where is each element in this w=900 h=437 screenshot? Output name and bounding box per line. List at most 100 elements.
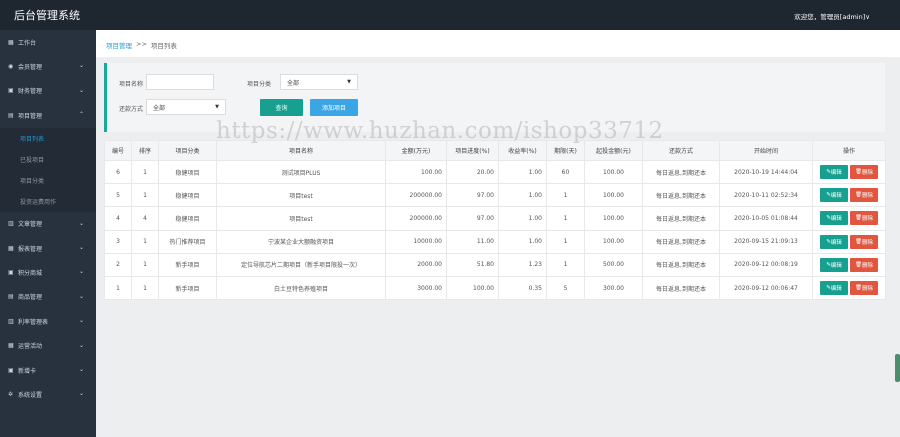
finance-icon: ▣	[8, 87, 14, 95]
table-cell: 2020-10-19 14:44:04	[719, 159, 813, 185]
sidebar-item-2[interactable]: ▣ 财务管理 ⌄	[0, 79, 96, 103]
table-cell: 项目test	[216, 183, 386, 208]
trash-icon: 🗑	[855, 285, 862, 292]
table-cell: 2020-09-12 00:06:47	[719, 275, 813, 301]
table-body: 6 1 稳健项目 测试项目PLUS 100.00 20.00 1.00 60 100.00 每日返…	[104, 159, 886, 301]
breadcrumb-parent-link[interactable]: 项目管理	[106, 40, 132, 50]
sidebar: ▦ 工作台 ◉ 会员管理 ⌄ ▣ 财务管理 ⌄ ▤ 项目管理 ⌃ 项目列表 已投项目 项目分类 投资运费用作…	[0, 30, 96, 437]
table-row: 1 1 新手项目 白土豆特色养殖项目 3000.00 100.00 0.35 5 300.00 每…	[104, 275, 886, 301]
edit-label: 编辑	[830, 193, 842, 200]
sidebar-item-6[interactable]: ▣ 积分商城 ⌄	[0, 260, 96, 284]
return-method-select[interactable]: 全部 ▼	[146, 99, 226, 115]
delete-button[interactable]: 🗑 删除	[850, 188, 878, 203]
table-cell: 2020-09-12 00:08:19	[719, 252, 813, 277]
sidebar-item-5[interactable]: ▦ 报表管理 ⌄	[0, 236, 96, 260]
column-header: 排序	[131, 140, 159, 161]
actions-cell: ✎ 编辑 🗑 删除	[812, 159, 886, 185]
table-cell: 稳健项目	[158, 206, 217, 231]
sidebar-subitem-2[interactable]: 项目分类	[0, 169, 96, 191]
project-table-container: 编号 排序 项目分类 项目名称 金额(万元) 项目进度(%) 收益率(%) 期限(天) 起投金额…	[104, 140, 886, 301]
add-project-button[interactable]: 添加项目	[310, 99, 358, 116]
chevron-down-icon: ▼	[215, 104, 219, 110]
sidebar-item-label: 报表管理	[18, 245, 43, 253]
edit-button[interactable]: ✎ 编辑	[820, 188, 848, 203]
column-header: 起投金额(元)	[584, 140, 643, 161]
table-cell: 1	[131, 229, 159, 254]
table-cell: 2	[104, 252, 132, 277]
sidebar-item-label: 工作台	[18, 39, 37, 47]
actions-cell: ✎ 编辑 🗑 删除	[812, 275, 886, 301]
table-cell: 新手项目	[158, 252, 217, 277]
sidebar-item-9[interactable]: ▦ 运营活动 ⌄	[0, 334, 96, 358]
chevron-down-icon: ▼	[347, 79, 351, 85]
return-method-label: 还款方式	[119, 106, 144, 113]
table-cell: 6	[104, 159, 132, 185]
sidebar-item-label: 文章管理	[18, 221, 43, 229]
edit-button[interactable]: ✎ 编辑	[820, 165, 848, 180]
edit-label: 编辑	[830, 216, 842, 223]
table-cell: 100.00	[584, 159, 643, 185]
sidebar-item-label: 商品管理	[18, 294, 43, 302]
sidebar-item-3[interactable]: ▤ 项目管理 ⌃	[0, 103, 96, 127]
sidebar-item-0[interactable]: ▦ 工作台	[0, 30, 96, 54]
edit-button[interactable]: ✎ 编辑	[820, 257, 848, 272]
table-cell: 每日返息,到期还本	[642, 159, 720, 185]
card-icon: ▣	[8, 366, 14, 374]
sidebar-item-4[interactable]: ▥ 文章管理 ⌄	[0, 212, 96, 236]
sidebar-item-1[interactable]: ◉ 会员管理 ⌄	[0, 54, 96, 78]
delete-button[interactable]: 🗑 删除	[850, 211, 878, 226]
table-cell: 1	[131, 159, 159, 185]
table-header-row: 编号 排序 项目分类 项目名称 金额(万元) 项目进度(%) 收益率(%) 期限(天) 起投金额…	[104, 140, 886, 161]
sidebar-item-7[interactable]: ▤ 商品管理 ⌄	[0, 285, 96, 309]
project-icon: ▤	[8, 111, 14, 119]
table-cell: 热门推荐项目	[158, 229, 217, 254]
user-icon: ◉	[8, 63, 14, 71]
article-icon: ▥	[8, 220, 14, 228]
search-button[interactable]: 查询	[260, 99, 303, 116]
settings-icon: ✲	[8, 390, 14, 398]
table-cell: 200000.00	[385, 183, 447, 208]
edit-label: 编辑	[830, 170, 842, 177]
edit-label: 编辑	[830, 262, 842, 269]
delete-button[interactable]: 🗑 删除	[850, 281, 878, 296]
delete-button[interactable]: 🗑 删除	[850, 257, 878, 272]
sidebar-subitem-1[interactable]: 已投项目	[0, 148, 96, 170]
table-cell: 2000.00	[385, 252, 447, 277]
edit-button[interactable]: ✎ 编辑	[820, 211, 848, 226]
project-category-select[interactable]: 全部 ▼	[280, 74, 358, 90]
activity-icon: ▦	[8, 342, 14, 350]
sidebar-subitem-0[interactable]: 项目列表	[0, 127, 96, 149]
table-row: 4 4 稳健项目 项目test 200000.00 97.00 1.00 1 100.00 每日返…	[104, 206, 886, 231]
table-row: 3 1 热门推荐项目 宁波某企业大额融资项目 10000.00 11.00 1.00 1 100…	[104, 229, 886, 254]
table-cell: 1	[104, 275, 132, 301]
project-name-input[interactable]	[146, 74, 214, 90]
table-cell: 11.00	[446, 229, 499, 254]
delete-button[interactable]: 🗑 删除	[850, 165, 878, 180]
chevron-down-icon: ⌄	[78, 341, 84, 349]
table-cell: 稳健项目	[158, 159, 217, 185]
sidebar-item-8[interactable]: ▥ 利率管理表 ⌄	[0, 309, 96, 333]
table-cell: 每日返息,到期还本	[642, 275, 720, 301]
scroll-handle[interactable]	[895, 354, 900, 382]
column-header: 项目进度(%)	[446, 140, 499, 161]
column-header: 操作	[812, 140, 886, 161]
trash-icon: 🗑	[855, 261, 862, 268]
delete-button[interactable]: 🗑 删除	[850, 234, 878, 249]
table-cell: 1	[546, 183, 585, 208]
delete-label: 删除	[861, 193, 873, 200]
table-cell: 97.00	[446, 183, 499, 208]
edit-button[interactable]: ✎ 编辑	[820, 281, 848, 296]
sidebar-subitem-3[interactable]: 投资运费用作	[0, 190, 96, 212]
edit-label: 编辑	[830, 286, 842, 293]
sidebar-item-11[interactable]: ✲ 系统设置 ⌄	[0, 382, 96, 406]
user-menu[interactable]: 欢迎您，管理员[admin]∨	[794, 11, 870, 21]
top-bar: 后台管理系统 欢迎您，管理员[admin]∨	[0, 0, 900, 30]
sidebar-item-10[interactable]: ▣ 新增卡 ⌄	[0, 358, 96, 382]
column-header: 收益率(%)	[498, 140, 547, 161]
edit-button[interactable]: ✎ 编辑	[820, 234, 848, 249]
chevron-down-icon: ⌄	[78, 62, 84, 70]
column-header: 还款方式	[642, 140, 720, 161]
breadcrumb-current: 项目列表	[150, 42, 177, 50]
product-icon: ▤	[8, 293, 14, 301]
delete-label: 删除	[861, 262, 873, 269]
